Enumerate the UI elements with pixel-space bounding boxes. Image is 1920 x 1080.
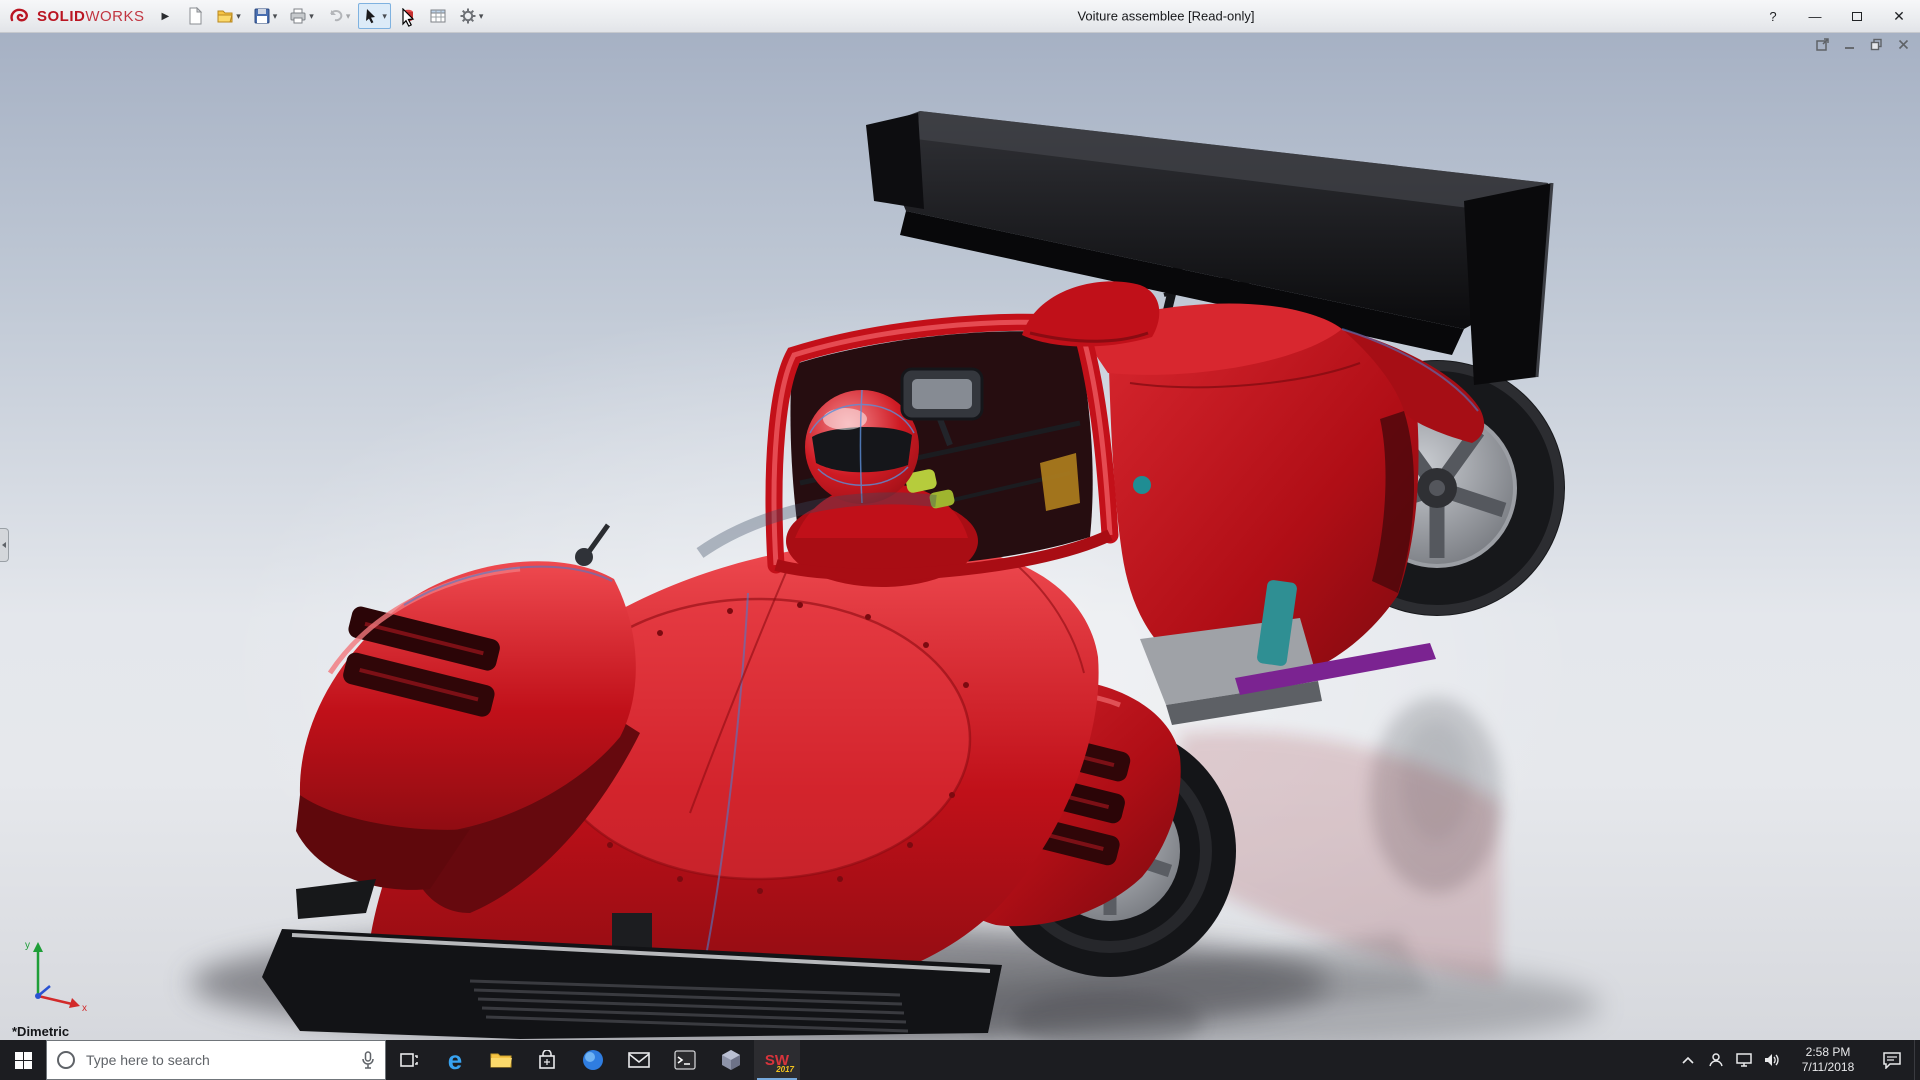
doc-close-button[interactable]: [1896, 38, 1910, 51]
notification-icon: [1883, 1051, 1901, 1069]
people-button[interactable]: [1702, 1040, 1730, 1080]
ds-logo-icon: [10, 8, 28, 22]
new-document-button[interactable]: [182, 3, 208, 29]
feature-manager-splitter-tab[interactable]: [0, 528, 9, 562]
hidden-icons-button[interactable]: [1674, 1040, 1702, 1080]
options-button[interactable]: ▾: [455, 3, 488, 29]
save-dropdown-caret[interactable]: ▾: [273, 11, 278, 21]
select-arrow-icon: [366, 9, 376, 24]
select-dropdown-caret[interactable]: ▾: [382, 11, 387, 21]
print-icon: [290, 8, 306, 24]
clock-date: 7/11/2018: [1801, 1060, 1855, 1074]
toolbar-flyout-arrow-icon[interactable]: ▶: [155, 6, 177, 27]
microphone-icon[interactable]: [361, 1051, 375, 1069]
taskbar-clock[interactable]: 2:58 PM 7/11/2018: [1786, 1040, 1870, 1080]
brand-works: WORKS: [85, 7, 145, 25]
save-floppy-icon: [254, 8, 270, 24]
shopping-bag-icon: [539, 1050, 555, 1069]
task-view-icon: [400, 1053, 418, 1067]
windows-logo-icon: [14, 1051, 32, 1069]
design-table-button[interactable]: [425, 3, 451, 29]
orientation-triad: y x: [25, 940, 87, 1012]
browser-button[interactable]: [570, 1040, 616, 1080]
standard-toolbar: ▾ ▾ ▾ ▾ ▾ ▾: [182, 3, 487, 29]
cad-viewer-button[interactable]: [708, 1040, 754, 1080]
store-button[interactable]: [524, 1040, 570, 1080]
solidworks-app-icon: SW 2017: [762, 1045, 794, 1075]
print-button[interactable]: ▾: [285, 3, 318, 29]
show-desktop-button[interactable]: [1914, 1040, 1920, 1080]
solidworks-taskbar-button[interactable]: SW 2017: [754, 1040, 800, 1080]
system-tray: 2:58 PM 7/11/2018: [1674, 1040, 1920, 1080]
taskbar-search[interactable]: [46, 1040, 386, 1080]
open-button[interactable]: ▾: [212, 3, 245, 29]
chevron-left-icon: [2, 542, 6, 548]
window-controls: ? — ✕: [1752, 0, 1920, 33]
file-explorer-button[interactable]: [478, 1040, 524, 1080]
person-icon: [1709, 1053, 1723, 1067]
minimize-button[interactable]: —: [1794, 0, 1836, 33]
solidworks-logo: SOLIDWORKS: [0, 6, 155, 26]
select-tool-button[interactable]: ▾: [358, 3, 391, 29]
envelope-icon: [628, 1052, 650, 1068]
gear-icon: [460, 8, 476, 24]
brand-text: SOLIDWORKS: [37, 8, 145, 25]
action-center-button[interactable]: [1870, 1040, 1914, 1080]
folder-icon: [490, 1053, 512, 1068]
cube-app-icon: [722, 1050, 740, 1070]
doc-restore-button[interactable]: [1869, 38, 1883, 51]
speaker-icon: [1765, 1054, 1779, 1066]
new-document-icon: [189, 7, 203, 25]
triad-y-axis: y: [25, 940, 43, 996]
undo-icon: [329, 10, 343, 22]
appearance-button[interactable]: [395, 3, 421, 29]
options-dropdown-caret[interactable]: ▾: [479, 11, 484, 21]
document-title: Voiture assemblee [Read-only]: [1077, 8, 1255, 24]
brand-solid: SOLID: [37, 7, 86, 25]
close-button[interactable]: ✕: [1878, 0, 1920, 33]
console-icon: [674, 1050, 696, 1070]
svg-text:x: x: [82, 1003, 87, 1012]
volume-button[interactable]: [1758, 1040, 1786, 1080]
graphics-area[interactable]: y x *Dimetric: [0, 33, 1920, 1040]
clock-time: 2:58 PM: [1805, 1045, 1851, 1059]
cortana-icon[interactable]: [57, 1051, 75, 1069]
open-folder-icon: [217, 10, 233, 23]
blue-globe-icon: [583, 1050, 603, 1070]
save-button[interactable]: ▾: [249, 3, 282, 29]
chevron-up-icon: [1682, 1056, 1694, 1064]
undo-dropdown-caret[interactable]: ▾: [346, 11, 351, 21]
solidworks-window: SOLIDWORKS ▶ ▾ ▾ ▾ ▾ ▾ ▾ Voiture assembl…: [0, 0, 1920, 1080]
side-mirror[interactable]: [575, 523, 611, 566]
appearance-cylinder-icon: [402, 9, 413, 22]
network-button[interactable]: [1730, 1040, 1758, 1080]
edge-icon: e: [447, 1045, 463, 1075]
sw-year-label: 2017: [776, 1065, 794, 1074]
airbox[interactable]: [1022, 281, 1160, 347]
race-car-model[interactable]: [0, 33, 1920, 1040]
triad-x-axis: x: [37, 994, 87, 1012]
command-prompt-button[interactable]: [662, 1040, 708, 1080]
help-button[interactable]: ?: [1752, 0, 1794, 33]
undo-button[interactable]: ▾: [322, 3, 355, 29]
doc-popout-button[interactable]: [1815, 38, 1829, 51]
search-input[interactable]: [84, 1051, 352, 1069]
network-icon: [1736, 1053, 1752, 1067]
svg-text:y: y: [25, 940, 30, 951]
document-window-controls: [1815, 38, 1910, 51]
maximize-button[interactable]: [1836, 0, 1878, 33]
maximize-icon: [1852, 12, 1862, 21]
start-button[interactable]: [0, 1040, 46, 1080]
windows-taskbar: e: [0, 1040, 1920, 1080]
edge-button[interactable]: e: [432, 1040, 478, 1080]
mail-button[interactable]: [616, 1040, 662, 1080]
task-view-button[interactable]: [386, 1040, 432, 1080]
design-table-icon: [430, 9, 446, 23]
doc-minimize-button[interactable]: [1842, 38, 1856, 51]
view-orientation-label: *Dimetric: [12, 1024, 70, 1039]
print-dropdown-caret[interactable]: ▾: [309, 11, 314, 21]
titlebar: SOLIDWORKS ▶ ▾ ▾ ▾ ▾ ▾ ▾ Voiture assembl…: [0, 0, 1920, 33]
open-dropdown-caret[interactable]: ▾: [236, 11, 241, 21]
